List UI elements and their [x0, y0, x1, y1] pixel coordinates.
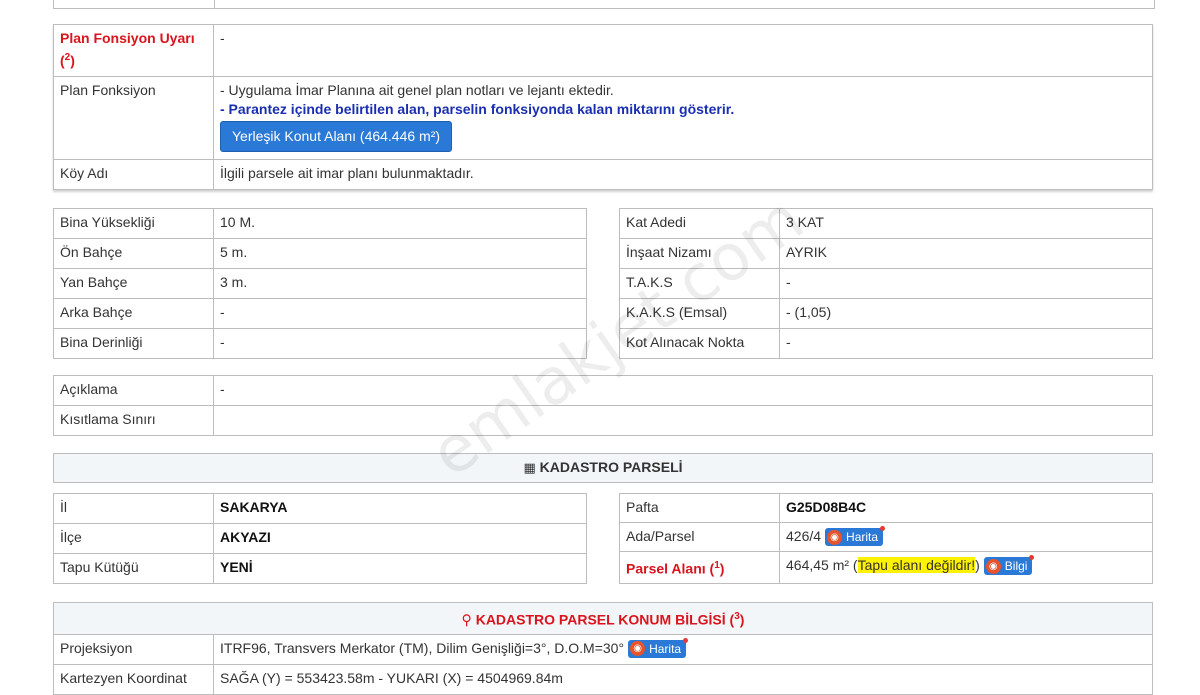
- row-label: Bina Derinliği: [53, 328, 214, 359]
- coordinate-label: Kartezyen Koordinat: [53, 663, 214, 695]
- row-value: -: [213, 328, 587, 359]
- plan-table: Plan Fonsiyon Uyarı (2) - Plan Fonksiyon…: [53, 24, 1153, 190]
- row-label: K.A.K.S (Emsal): [619, 298, 780, 329]
- plan-function-bold-note: - Parantez içinde belirtilen alan, parse…: [220, 101, 735, 117]
- row-value: - (1,05): [779, 298, 1153, 329]
- table-row: İnşaat Nizamı AYRIK: [619, 238, 1153, 269]
- row-value: -: [779, 268, 1153, 299]
- row-value: SAKARYA: [213, 493, 587, 524]
- parcel-area-label: Parsel Alanı (1): [619, 551, 780, 584]
- table-row: Yan Bahçe 3 m.: [53, 268, 587, 299]
- table-row: Arka Bahçe -: [53, 298, 587, 329]
- row-value: YENİ: [213, 553, 587, 584]
- row-label: T.A.K.S: [619, 268, 780, 299]
- cadastre-header-title: KADASTRO PARSELİ: [539, 459, 683, 475]
- building-right-table: Kat Adedi 3 KAT İnşaat Nizamı AYRIK T.A.K.S -…: [619, 208, 1153, 359]
- row-label: Kot Alınacak Nokta: [619, 328, 780, 359]
- table-row: Açıklama -: [53, 375, 1153, 406]
- village-label: Köy Adı: [53, 159, 214, 190]
- row-value: -: [779, 328, 1153, 359]
- row-value: 5 m.: [213, 238, 587, 269]
- notification-dot: [880, 526, 886, 532]
- row-value: -: [213, 298, 587, 329]
- table-row: Kat Adedi 3 KAT: [619, 208, 1153, 239]
- cadastre-right-table: Pafta G25D08B4C Ada/Parsel 426/4 ◉ Harita …: [619, 493, 1153, 584]
- table-row: K.A.K.S (Emsal) - (1,05): [619, 298, 1153, 329]
- row-label: Kat Adedi: [619, 208, 780, 239]
- row-label: İl: [53, 493, 214, 524]
- pafta-label: Pafta: [619, 493, 780, 523]
- coordinate-value: SAĞA (Y) = 553423.58m - YUKARI (X) = 450…: [213, 663, 1153, 695]
- grid-icon: ▦: [523, 460, 536, 475]
- projection-value: ITRF96, Transvers Merkator (TM), Dilim G…: [213, 633, 1153, 665]
- info-badge-label: Bilgi: [1004, 559, 1028, 574]
- plan-warning-label: Plan Fonsiyon Uyarı (2): [53, 24, 214, 77]
- table-row: Bina Derinliği -: [53, 328, 587, 359]
- projection-label: Projeksiyon: [53, 633, 214, 665]
- table-row: İl SAKARYA: [53, 493, 587, 524]
- notification-dot: [683, 637, 689, 643]
- notes-table: Açıklama - Kısıtlama Sınırı: [53, 375, 1153, 436]
- info-badge[interactable]: ◉ Bilgi: [983, 555, 1035, 576]
- row-value: AYRIK: [779, 238, 1153, 269]
- row-label: Arka Bahçe: [53, 298, 214, 329]
- parcel-area-value: 464,45 m² (Tapu alanı değildir!) ◉ Bilgi: [779, 551, 1153, 584]
- row-label: Kısıtlama Sınırı: [53, 405, 214, 436]
- ada-parsel-label: Ada/Parsel: [619, 522, 780, 552]
- map-pin-icon: ◉: [630, 641, 646, 657]
- plan-function-value: - Uygulama İmar Planına ait genel plan n…: [213, 76, 1153, 160]
- pafta-value: G25D08B4C: [779, 493, 1153, 523]
- map-pin-icon: ◉: [827, 529, 843, 545]
- cadastre-left-table: İl SAKARYA İlçe AKYAZI Tapu Kütüğü YENİ: [53, 493, 587, 584]
- previous-table-edge: [53, 0, 1155, 9]
- row-label: Bina Yüksekliği: [53, 208, 214, 239]
- row-value: 10 M.: [213, 208, 587, 239]
- location-header: ⚲ KADASTRO PARSEL KONUM BİLGİSİ (3): [53, 602, 1153, 635]
- row-value: 3 m.: [213, 268, 587, 299]
- info-icon: ◉: [985, 558, 1001, 574]
- ada-map-badge[interactable]: ◉ Harita: [825, 526, 886, 547]
- table-row: Tapu Kütüğü YENİ: [53, 553, 587, 584]
- row-label: Açıklama: [53, 375, 214, 406]
- table-row: İlçe AKYAZI: [53, 523, 587, 554]
- row-label: Yan Bahçe: [53, 268, 214, 299]
- row-label: İnşaat Nizamı: [619, 238, 780, 269]
- row-value: 3 KAT: [779, 208, 1153, 239]
- plan-function-button[interactable]: Yerleşik Konut Alanı (464.446 m²): [220, 121, 453, 152]
- table-row: Kısıtlama Sınırı: [53, 405, 1153, 436]
- village-value: İlgili parsele ait imar planı bulunmakta…: [213, 159, 1153, 190]
- table-row: Bina Yüksekliği 10 M.: [53, 208, 587, 239]
- cadastre-header: ▦ KADASTRO PARSELİ: [53, 453, 1153, 483]
- projection-map-badge[interactable]: ◉ Harita: [628, 637, 689, 658]
- plan-warning-value: -: [213, 24, 1153, 77]
- deed-warning-highlight: Tapu alanı değildir!: [857, 557, 976, 573]
- row-value: [213, 405, 1153, 436]
- table-row: Ön Bahçe 5 m.: [53, 238, 587, 269]
- row-label: Ön Bahçe: [53, 238, 214, 269]
- row-value: AKYAZI: [213, 523, 587, 554]
- row-label: İlçe: [53, 523, 214, 554]
- ada-map-badge-label: Harita: [846, 530, 879, 545]
- ada-parsel-number: 426/4: [786, 528, 822, 544]
- projection-map-badge-label: Harita: [649, 641, 682, 656]
- table-row: Kot Alınacak Nokta -: [619, 328, 1153, 359]
- row-label: Tapu Kütüğü: [53, 553, 214, 584]
- location-pin-icon: ⚲: [461, 611, 472, 628]
- plan-function-note: - Uygulama İmar Planına ait genel plan n…: [220, 82, 614, 98]
- cadastre-header-cell: ▦ KADASTRO PARSELİ: [53, 453, 1153, 483]
- location-table: ⚲ KADASTRO PARSEL KONUM BİLGİSİ (3) Proj…: [53, 602, 1153, 695]
- table-row: T.A.K.S -: [619, 268, 1153, 299]
- building-left-table: Bina Yüksekliği 10 M. Ön Bahçe 5 m. Yan Bahç…: [53, 208, 587, 359]
- ada-parsel-value: 426/4 ◉ Harita: [779, 522, 1153, 552]
- notification-dot: [1029, 555, 1035, 561]
- row-value: -: [213, 375, 1153, 406]
- plan-function-label: Plan Fonksiyon: [53, 76, 214, 160]
